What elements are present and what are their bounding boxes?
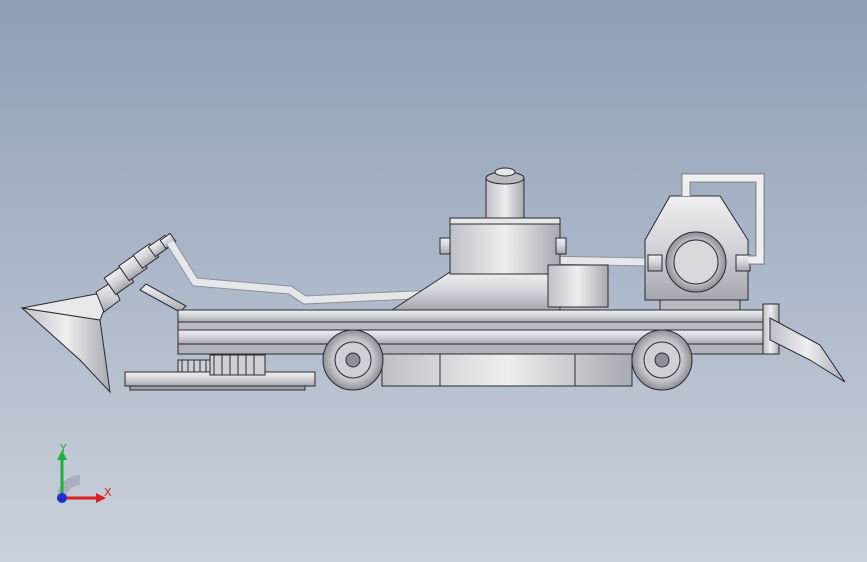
nozzle-support-arm <box>139 283 187 313</box>
cad-model-view[interactable] <box>0 0 867 562</box>
pump-box <box>547 264 609 308</box>
front-wheel <box>322 329 384 391</box>
electric-motor <box>644 195 751 311</box>
graphics-viewport[interactable]: Y X <box>0 0 867 562</box>
rear-wheel <box>631 329 693 391</box>
gear-assembly <box>124 354 316 391</box>
z-axis-dot <box>57 493 67 503</box>
coordinate-triad: Y X <box>57 442 112 503</box>
spray-nozzle-cone <box>20 232 177 394</box>
central-tank <box>390 167 567 311</box>
x-axis-label: X <box>104 486 112 499</box>
lower-housing <box>381 353 633 387</box>
rear-scraper <box>762 303 846 383</box>
y-axis-label: Y <box>59 442 67 455</box>
